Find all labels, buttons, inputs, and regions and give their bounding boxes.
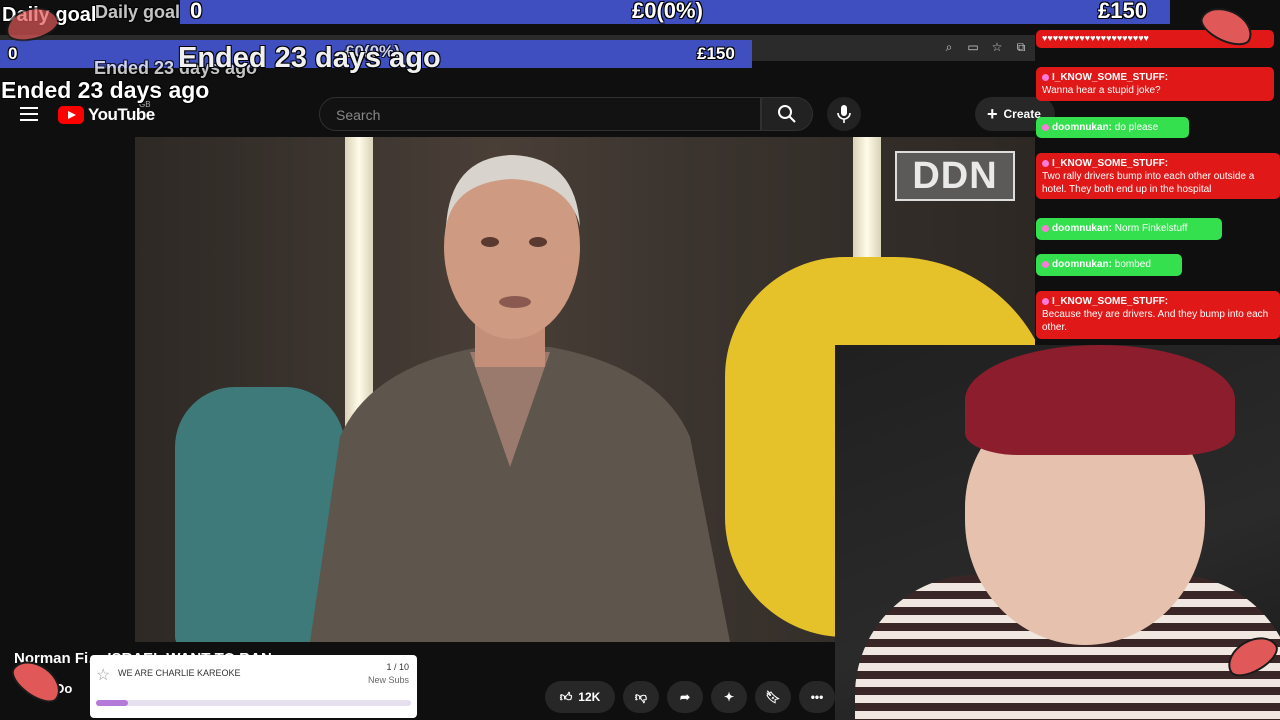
star-icon: ☆	[96, 667, 111, 684]
microphone-icon	[837, 105, 851, 123]
share-button[interactable]: ➦	[667, 681, 703, 713]
zoom-icon[interactable]: ⌕	[942, 40, 956, 54]
like-button[interactable]: 👍︎ 12K	[545, 681, 615, 713]
chat-message: I_KNOW_SOME_STUFF: Two rally drivers bum…	[1036, 153, 1280, 199]
search-input[interactable]	[334, 98, 738, 132]
chat-text: Because they are drivers. And they bump …	[1042, 309, 1269, 333]
extensions-icon[interactable]: ⧉	[1014, 40, 1028, 54]
chat-message: doomnukan: bombed	[1036, 254, 1182, 276]
share-icon: ➦	[679, 690, 691, 704]
chat-message: doomnukan: do please	[1036, 117, 1189, 138]
chat-text: Wanna hear a stupid joke?	[1042, 85, 1161, 96]
streamer-webcam	[835, 345, 1280, 720]
like-count: 12K	[578, 690, 601, 704]
channel-watermark-logo: DDN	[895, 151, 1015, 201]
red-hair	[965, 345, 1235, 455]
ask-button[interactable]: ✦	[711, 681, 747, 713]
subs-count: 1 / 10	[386, 662, 409, 672]
user-badge-icon	[1042, 224, 1049, 232]
stream-chat: ♥♥♥♥♥♥♥♥♥♥♥♥♥♥♥♥♥♥♥♥ I_KNOW_SOME_STUFF: …	[1030, 0, 1280, 345]
user-badge-icon	[1042, 260, 1049, 268]
subs-progress-track	[96, 700, 411, 706]
thumbs-down-icon: 👎︎	[634, 689, 648, 704]
goal-current-middle: 0	[8, 44, 18, 63]
youtube-play-icon	[58, 106, 84, 124]
chat-username: I_KNOW_SOME_STUFF:	[1052, 296, 1169, 307]
more-icon: •••	[810, 690, 824, 704]
chat-message: doomnukan: Norm Finkelstuff	[1036, 218, 1222, 240]
sparkle-icon: ✦	[723, 690, 735, 704]
chat-text: do please	[1114, 122, 1159, 133]
thumbs-up-icon: 👍︎	[559, 689, 573, 704]
search-icon	[778, 105, 796, 123]
chat-message: I_KNOW_SOME_STUFF: Wanna hear a stupid j…	[1036, 67, 1274, 101]
chat-username: doomnukan:	[1052, 122, 1112, 133]
save-button[interactable]: 🔖︎	[755, 681, 791, 713]
user-badge-icon	[1042, 159, 1049, 167]
dislike-button[interactable]: 👎︎	[623, 681, 659, 713]
goal-ended-middle: Ended 23 days ago	[178, 42, 441, 74]
search-box[interactable]	[319, 97, 761, 132]
goal-percent-top: £0(0%)	[632, 0, 703, 23]
voice-search-button[interactable]	[827, 97, 861, 131]
chat-username: doomnukan:	[1052, 259, 1112, 270]
user-badge-icon	[1042, 73, 1049, 81]
chat-message: I_KNOW_SOME_STUFF: Because they are driv…	[1036, 291, 1280, 339]
search-button[interactable]	[761, 97, 813, 131]
user-badge-icon	[1042, 123, 1049, 131]
more-button[interactable]: •••	[799, 681, 835, 713]
chat-username: I_KNOW_SOME_STUFF:	[1052, 158, 1169, 169]
chat-text: bombed	[1114, 259, 1151, 270]
subs-progress-fill	[96, 700, 128, 706]
goal-title-echo: Daily goal	[95, 2, 181, 22]
subs-goal-title: WE ARE CHARLIE KAREOKE	[118, 668, 241, 678]
plus-icon: +	[987, 104, 998, 124]
chat-text: Two rally drivers bump into each other o…	[1042, 171, 1255, 195]
goal-ended-status: Ended 23 days ago	[1, 77, 210, 103]
video-actions: 👍︎ 12K 👎︎ ➦ ✦ 🔖︎ •••	[545, 681, 835, 715]
star-icon[interactable]: ☆	[990, 40, 1004, 54]
chat-username: I_KNOW_SOME_STUFF:	[1052, 72, 1169, 83]
subs-label: New Subs	[367, 675, 409, 685]
cast-icon[interactable]: ▭	[966, 40, 980, 54]
interviewee-figure	[310, 155, 730, 642]
hamburger-menu-icon[interactable]	[20, 106, 38, 122]
chat-username: doomnukan:	[1052, 223, 1112, 234]
bookmark-icon: 🔖︎	[765, 690, 781, 704]
goal-current-top: 0	[190, 0, 203, 23]
user-badge-icon	[1042, 297, 1049, 305]
goal-target-middle: £150	[697, 44, 735, 63]
subs-goal-widget: ☆ WE ARE CHARLIE KAREOKE 1 / 10 New Subs	[90, 655, 417, 718]
chat-text: Norm Finkelstuff	[1114, 223, 1188, 234]
